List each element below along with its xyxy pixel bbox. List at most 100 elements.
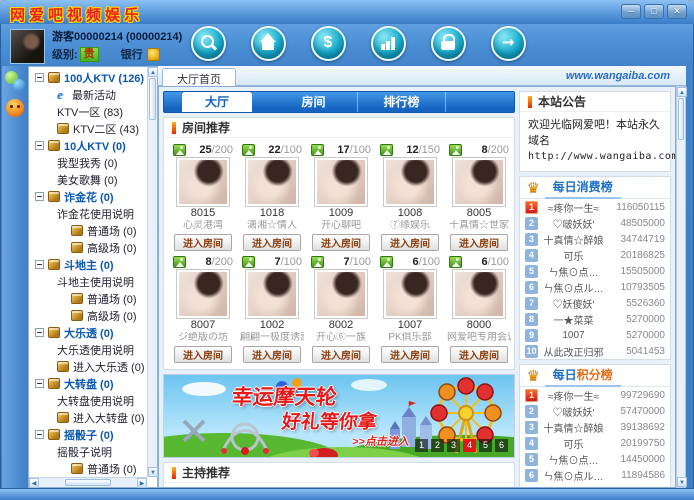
tree-item[interactable]: 普通场 (0) [29,460,147,477]
rank-user[interactable]: 可乐 [538,248,609,263]
tree-expander[interactable] [35,430,44,439]
banner-page-dot[interactable]: 1 [415,439,428,452]
rank-user[interactable]: ≈疼你一生≈ [538,200,609,215]
promo-banner[interactable]: 幸运摩天轮 好礼等你拿 >>点击进入 1 2 3 4 5 [163,374,515,458]
enter-room-button[interactable]: 进入房间 [174,346,232,363]
rank-user[interactable]: ㄣ焦⊙点ル… [538,280,609,295]
tree-item[interactable]: 大转盘使用说明 [29,392,147,409]
minimize-button[interactable]: ─ [621,4,641,19]
smiley-icon[interactable] [6,99,24,117]
photo-icon [380,256,393,268]
daily-consume-title[interactable]: 每日消费榜 [545,177,621,199]
scroll-left-icon[interactable]: ◀ [29,478,39,488]
enter-room-button[interactable]: 进入房间 [312,234,370,251]
tab-ranking[interactable]: 排行榜 [358,92,446,112]
enter-room-button[interactable]: 进入房间 [450,234,508,251]
scroll-down-icon[interactable]: ▼ [148,467,158,477]
rank-user[interactable]: 1007 [538,330,609,341]
maximize-button[interactable]: □ [644,4,664,19]
rank-user[interactable]: 十真情☆醉娘 [538,420,609,435]
tree-item[interactable]: 大转盘 (0) [29,375,147,392]
banner-page-dot[interactable]: 5 [479,439,492,452]
room-thumbnail[interactable] [452,269,506,319]
enter-room-button[interactable]: 进入房间 [243,346,301,363]
rank-user[interactable]: 一★菜菜 [538,312,609,327]
tree-item[interactable]: 最新活动 [29,86,147,103]
tree-vertical-scrollbar[interactable]: ▲ ▼ [147,67,157,477]
tree-item[interactable]: 高级场 (0) [29,239,147,256]
tree-item[interactable]: 美女歌舞 (0) [29,171,147,188]
rank-user[interactable]: ♡妖傻妖′ [538,296,609,311]
close-button[interactable]: ✕ [667,4,687,19]
banner-page-dot[interactable]: 3 [447,439,460,452]
rank-user[interactable]: ㄣ焦⊙点… [538,264,609,279]
banner-page-dot[interactable]: 6 [495,439,508,452]
room-thumbnail[interactable] [245,157,299,207]
tree-item[interactable]: KTV一区 (83) [29,103,147,120]
rank-user[interactable]: ♡啵妖妖′ [538,404,609,419]
enter-room-button[interactable]: 进入房间 [243,234,301,251]
rank-user[interactable]: 从此改正归邪 [538,344,609,359]
room-thumbnail[interactable] [452,157,506,207]
room-thumbnail[interactable] [176,157,230,207]
scroll-up-icon[interactable]: ▲ [148,67,158,77]
room-thumbnail[interactable] [314,157,368,207]
enter-room-button[interactable]: 进入房间 [312,346,370,363]
tab-rooms[interactable]: 房间 [270,92,358,112]
tree-item[interactable]: 诈金花 (0) [29,188,147,205]
tree-item[interactable]: 大乐透 (0) [29,324,147,341]
buddy-icon[interactable] [5,71,25,91]
banner-cta[interactable]: >>点击进入 [352,433,409,449]
scroll-right-icon[interactable]: ▶ [137,478,147,488]
main-vertical-scrollbar[interactable]: ▲ ▼ [676,86,686,488]
tree-horizontal-scrollbar[interactable]: ◀ ▶ [29,477,147,487]
rank-user[interactable]: 可乐 [538,436,609,451]
scroll-down-icon[interactable]: ▼ [677,477,687,487]
rank-user[interactable]: 十真情☆醉娘 [538,232,609,247]
tree-item[interactable]: 普通场 (0) [29,222,147,239]
rank-user[interactable]: ♡啵妖妖′ [538,216,609,231]
tree-item[interactable]: 100人KTV (126) [29,69,147,86]
room-thumbnail[interactable] [383,269,437,319]
tree-item[interactable]: KTV二区 (43) [29,120,147,137]
room-thumbnail[interactable] [245,269,299,319]
tree-item[interactable]: 我型我秀 (0) [29,154,147,171]
rank-user[interactable]: ≈疼你一生≈ [538,388,609,403]
room-thumbnail[interactable] [314,269,368,319]
room-thumbnail[interactable] [383,157,437,207]
tree-item[interactable]: 高级场 (0) [29,307,147,324]
scroll-up-icon[interactable]: ▲ [677,87,687,97]
tree-item[interactable]: 摇骰子 (0) [29,426,147,443]
rank-user[interactable]: ㄣ焦⊙点ル… [538,468,609,483]
enter-room-button[interactable]: 进入房间 [381,346,439,363]
daily-points-title[interactable]: 每日积分榜 [545,365,621,387]
tab-hall[interactable]: 大厅 [182,92,252,112]
rank-user[interactable]: ㄣ焦⊙点… [538,452,609,467]
tree-item[interactable]: 斗地主使用说明 [29,273,147,290]
banner-page-dot[interactable]: 4 [463,439,476,452]
bank-link[interactable]: 银行 [121,46,143,62]
enter-room-button[interactable]: 进入房间 [174,234,232,251]
tree-item[interactable]: 进入大乐透 (0) [29,358,147,375]
avatar[interactable] [10,29,45,64]
tree-item[interactable]: 进入大转盘 (0) [29,409,147,426]
tree-item[interactable]: 普通场 (0) [29,290,147,307]
tree-item[interactable]: 摇骰子说明 [29,443,147,460]
tree-item[interactable]: 10人KTV (0) [29,137,147,154]
tree-expander[interactable] [35,379,44,388]
tree-item[interactable]: 诈金花使用说明 [29,205,147,222]
room-thumbnail[interactable] [176,269,230,319]
tree-expander[interactable] [35,192,44,201]
announcement-url[interactable]: http://www.wangaiba.com/ [528,149,662,165]
enter-room-button[interactable]: 进入房间 [381,234,439,251]
room-card: 8/200 8007 ジ绝版の坊 进入房间 [171,255,235,363]
enter-room-button[interactable]: 进入房间 [450,346,508,363]
tree-expander[interactable] [35,73,44,82]
tree-expander[interactable] [35,141,44,150]
tree-item[interactable]: 大乐透使用说明 [29,341,147,358]
tree-item[interactable]: 斗地主 (0) [29,256,147,273]
tree-expander[interactable] [35,260,44,269]
gold-icon[interactable] [147,48,160,61]
banner-page-dot[interactable]: 2 [431,439,444,452]
tree-expander[interactable] [35,328,44,337]
